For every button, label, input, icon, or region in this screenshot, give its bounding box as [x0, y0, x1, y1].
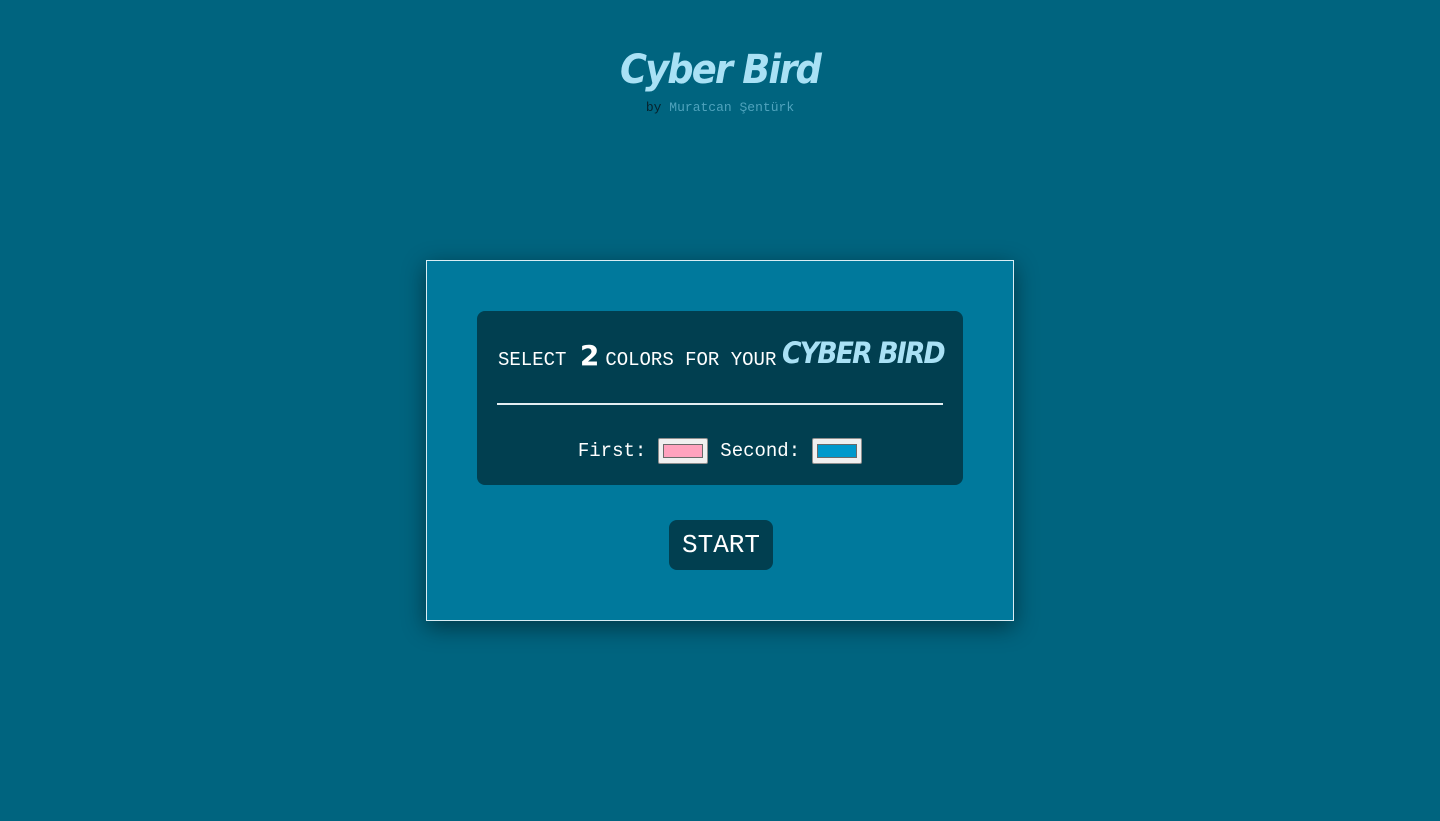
heading-count: 2 [579, 339, 600, 372]
second-color-picker[interactable] [812, 438, 863, 464]
start-button[interactable]: START [669, 520, 773, 570]
color-selection-card: SELECT 2 COLORS FOR YOUR CYBER BIRD First:… [477, 311, 963, 485]
color-selection-heading: SELECT 2 COLORS FOR YOUR CYBER BIRD [498, 333, 958, 380]
heading-select: SELECT [498, 349, 567, 371]
game-title: Cyber Bird [619, 47, 822, 93]
second-color-swatch [817, 444, 858, 458]
divider [497, 403, 943, 405]
byline: by Muratcan Şentürk [0, 99, 1440, 117]
author-name: Muratcan Şentürk [669, 100, 795, 115]
byline-by: by [645, 100, 662, 115]
second-color-label: Second: [720, 440, 801, 462]
first-color-swatch [663, 444, 704, 458]
start-panel: SELECT 2 COLORS FOR YOUR CYBER BIRD First:… [426, 260, 1014, 621]
first-color-label: First: [577, 440, 647, 462]
heading-brand: CYBER BIRD [782, 336, 946, 370]
color-pickers: First: Second: [477, 438, 963, 464]
heading-rest: COLORS FOR YOUR [605, 349, 777, 371]
first-color-picker[interactable] [658, 438, 709, 464]
